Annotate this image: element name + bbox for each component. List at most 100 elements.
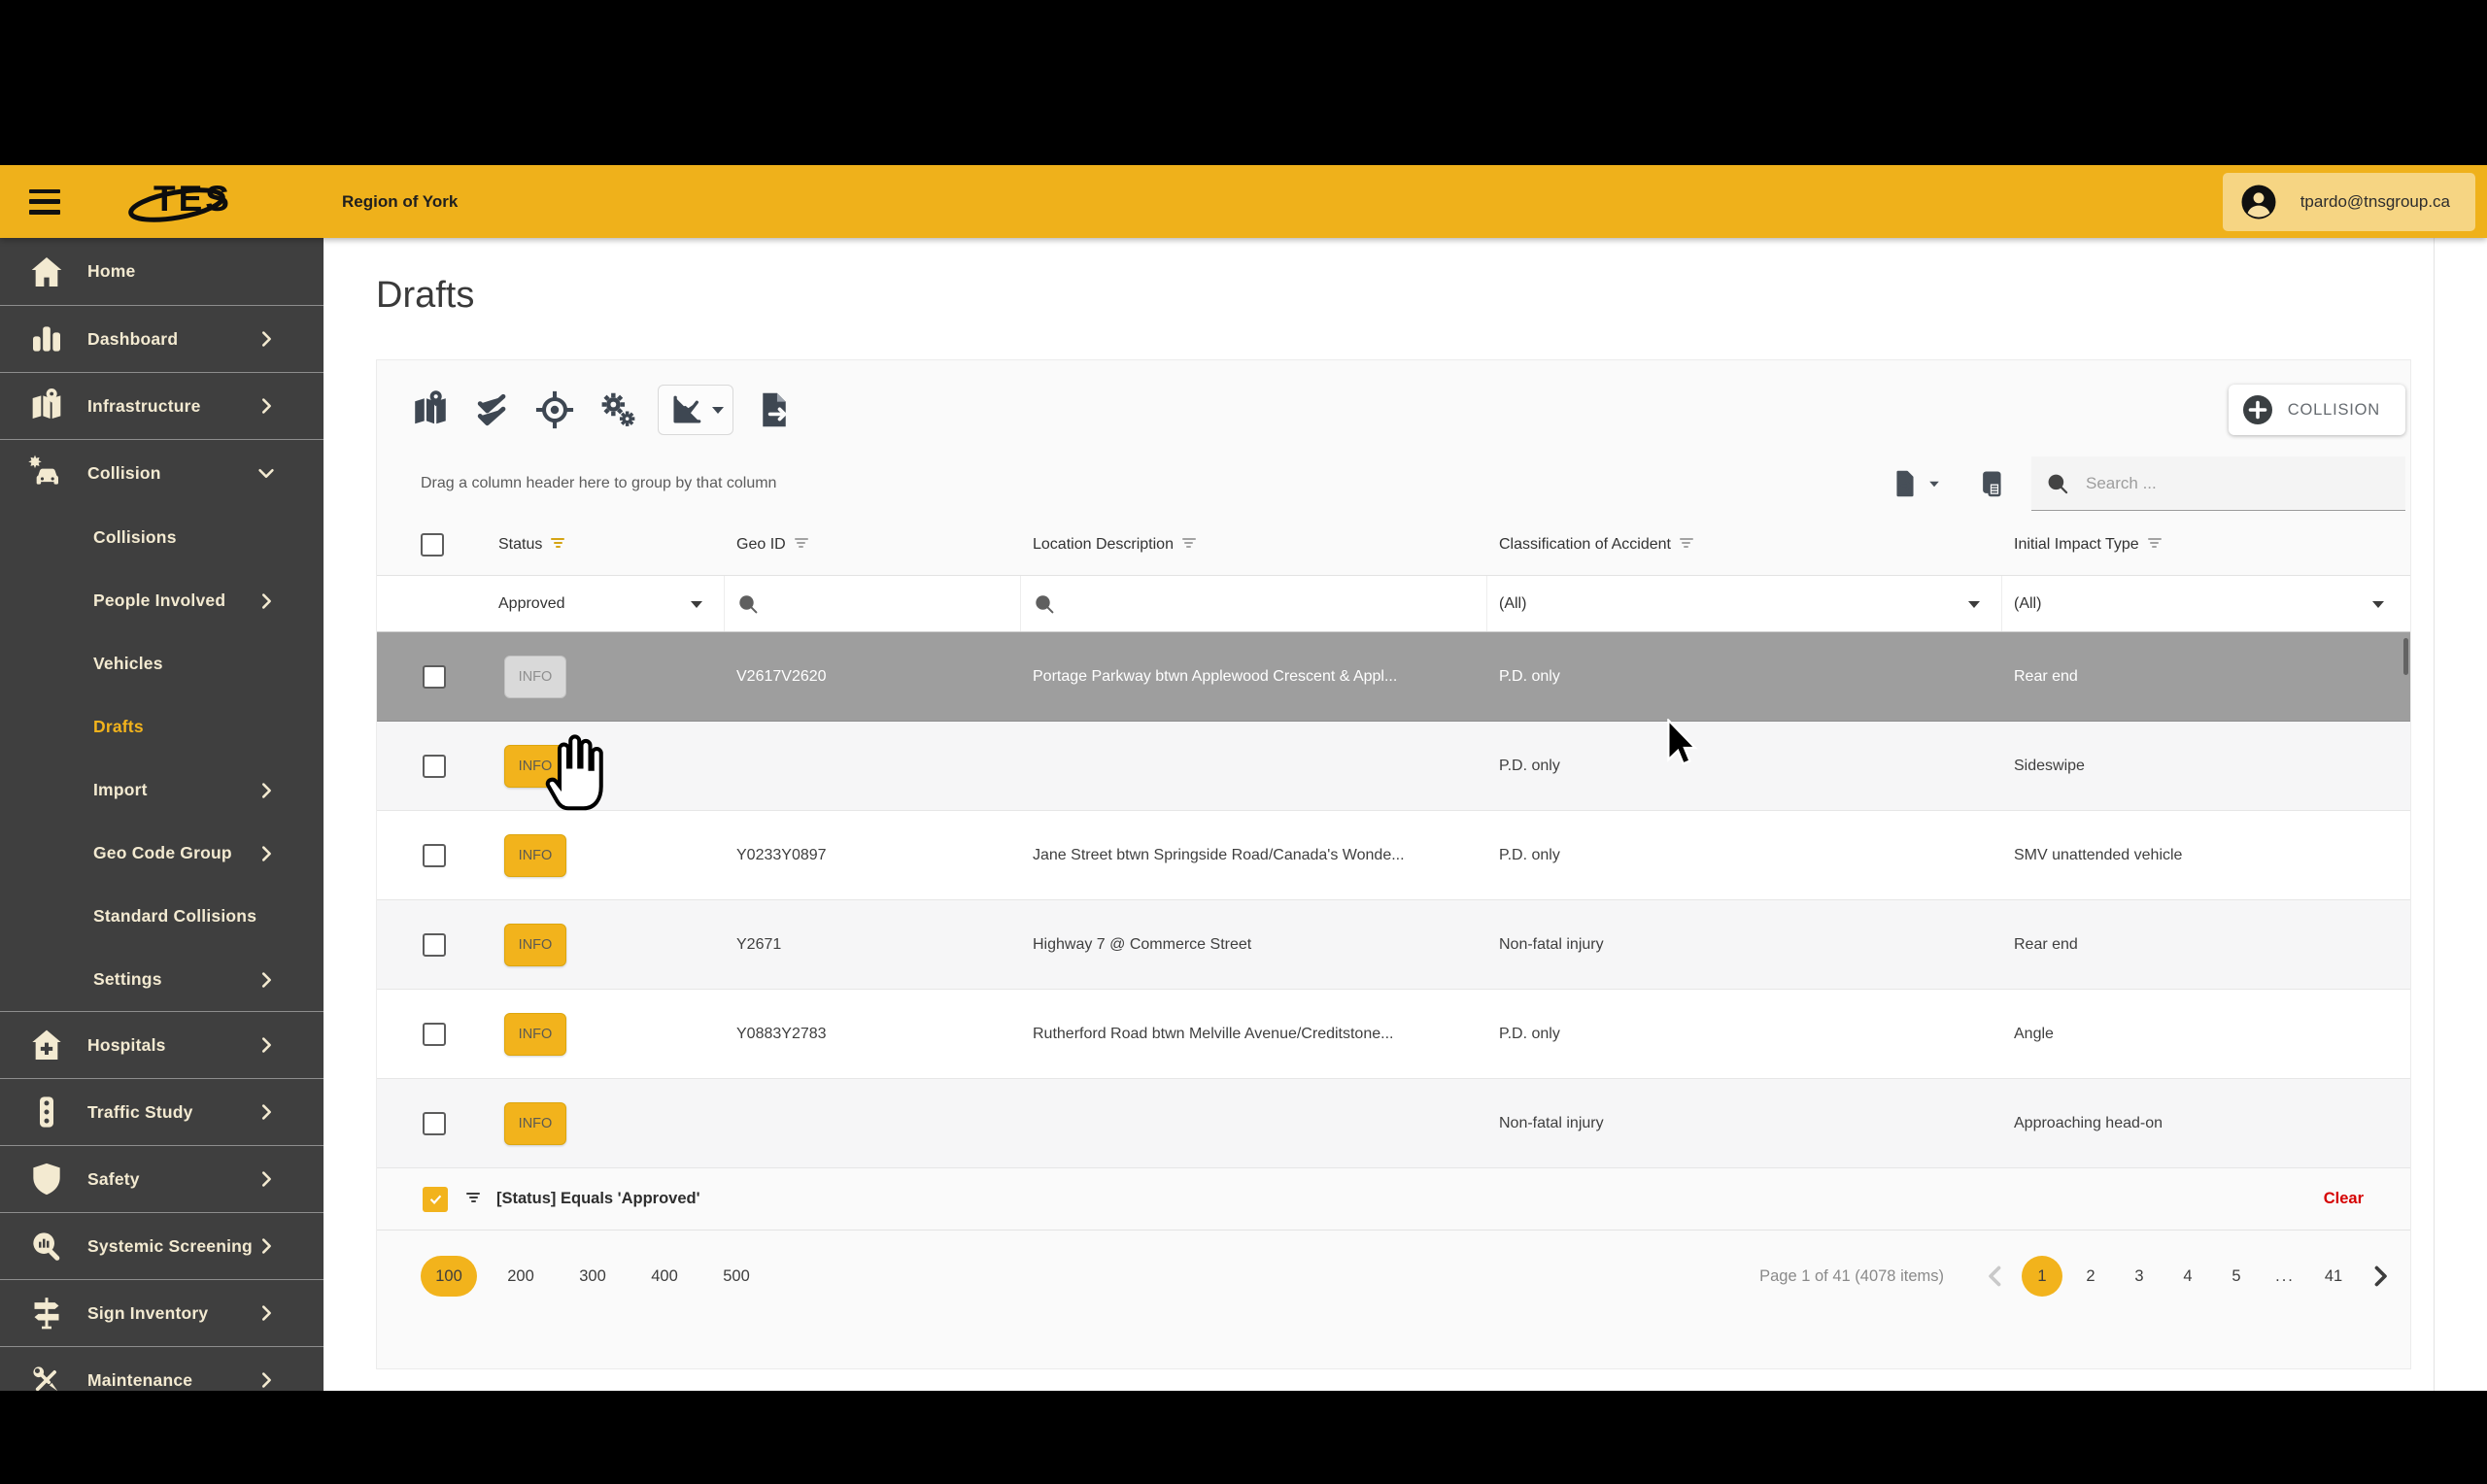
column-header-location[interactable]: Location Description bbox=[1021, 536, 1487, 554]
maintenance-icon bbox=[27, 1361, 66, 1391]
previous-page-button[interactable] bbox=[1979, 1260, 2012, 1293]
table-row[interactable]: INFO V2617V2620 Portage Parkway btwn Apple… bbox=[377, 632, 2410, 722]
column-header-status[interactable]: Status bbox=[487, 536, 725, 554]
filter-icon[interactable] bbox=[794, 538, 809, 551]
info-button[interactable]: INFO bbox=[504, 1101, 566, 1145]
sidebar-item-maintenance[interactable]: Maintenance bbox=[0, 1346, 324, 1391]
column-label: Initial Impact Type bbox=[2014, 535, 2139, 553]
filter-icon[interactable] bbox=[550, 538, 565, 551]
info-button[interactable]: INFO bbox=[504, 833, 566, 877]
column-header-classification[interactable]: Classification of Accident bbox=[1487, 536, 2002, 554]
impact-filter-select[interactable]: (All) bbox=[2002, 576, 2405, 631]
chart-view-button[interactable] bbox=[658, 385, 733, 435]
sidebar-item-geo-code-group[interactable]: Geo Code Group bbox=[0, 822, 324, 885]
sidebar-item-collision[interactable]: Collision bbox=[0, 439, 324, 506]
sidebar-item-hospitals[interactable]: Hospitals bbox=[0, 1011, 324, 1078]
row-checkbox[interactable] bbox=[423, 843, 446, 867]
user-menu[interactable]: tpardo@tnsgroup.ca bbox=[2222, 172, 2475, 231]
sidebar-item-settings[interactable]: Settings bbox=[0, 948, 324, 1011]
page-button-1[interactable]: 1 bbox=[2022, 1256, 2062, 1297]
table-row[interactable]: INFO P.D. only Sideswipe bbox=[377, 722, 2410, 811]
page-size-400[interactable]: 400 bbox=[636, 1256, 693, 1297]
select-all-checkbox[interactable] bbox=[421, 532, 444, 556]
page-number-list: 1 2 3 4 5... 41 bbox=[2022, 1256, 2354, 1297]
table-row[interactable]: INFO Y0883Y2783 Rutherford Road btwn Melvi… bbox=[377, 990, 2410, 1079]
column-label: Status bbox=[498, 535, 543, 553]
page-button-41[interactable]: 41 bbox=[2313, 1256, 2354, 1297]
logo-text: TES bbox=[153, 178, 232, 219]
column-header-geo-id[interactable]: Geo ID bbox=[725, 536, 1021, 554]
filter-icon[interactable] bbox=[1181, 538, 1197, 551]
add-collision-button[interactable]: COLLISION bbox=[2228, 385, 2405, 435]
table-row[interactable]: INFO Non-fatal injury Approaching head-on bbox=[377, 1079, 2410, 1168]
filter-enabled-checkbox[interactable] bbox=[423, 1186, 448, 1212]
settings-gears-button[interactable] bbox=[596, 388, 638, 431]
sidebar-item-home[interactable]: Home bbox=[0, 238, 324, 305]
column-label: Geo ID bbox=[736, 535, 786, 553]
info-button[interactable]: INFO bbox=[504, 744, 566, 788]
map-view-button[interactable] bbox=[409, 388, 452, 431]
geo-id-filter-input[interactable] bbox=[725, 576, 1021, 631]
row-checkbox[interactable] bbox=[423, 664, 446, 689]
table-row[interactable]: INFO Y0233Y0897 Jane Street btwn Springsid… bbox=[377, 811, 2410, 900]
sidebar-item-people-involved[interactable]: People Involved bbox=[0, 569, 324, 632]
page-ellipsis: ... bbox=[2265, 1256, 2305, 1297]
sidebar-item-label: Hospitals bbox=[87, 1034, 166, 1055]
page-button-3[interactable]: 3 bbox=[2119, 1256, 2160, 1297]
row-checkbox[interactable] bbox=[423, 1022, 446, 1046]
sidebar-item-safety[interactable]: Safety bbox=[0, 1145, 324, 1212]
sidebar-item-collisions[interactable]: Collisions bbox=[0, 506, 324, 569]
sidebar-item-drafts[interactable]: Drafts bbox=[0, 695, 324, 759]
page-size-selector: 100 200 300 400 500 bbox=[421, 1256, 765, 1297]
grid-head-right bbox=[1890, 456, 2405, 511]
locate-button[interactable] bbox=[533, 388, 576, 431]
page-button-4[interactable]: 4 bbox=[2167, 1256, 2208, 1297]
search-input[interactable] bbox=[2084, 472, 2392, 494]
page-size-100[interactable]: 100 bbox=[421, 1256, 477, 1297]
sidebar-item-import[interactable]: Import bbox=[0, 759, 324, 822]
sidebar-item-dashboard[interactable]: Dashboard bbox=[0, 305, 324, 372]
hamburger-menu-icon[interactable] bbox=[23, 186, 66, 219]
grid-scrollbar-thumb[interactable] bbox=[2403, 638, 2408, 675]
column-header-impact[interactable]: Initial Impact Type bbox=[2002, 536, 2405, 554]
validate-button[interactable] bbox=[471, 388, 514, 431]
page-button-2[interactable]: 2 bbox=[2070, 1256, 2111, 1297]
row-status-cell: INFO bbox=[487, 655, 725, 698]
sidebar-item-label: Collision bbox=[87, 462, 161, 483]
page-title: Drafts bbox=[376, 275, 475, 316]
export-menu-button[interactable] bbox=[1890, 468, 1940, 499]
sidebar-item-systemic-screening[interactable]: Systemic Screening bbox=[0, 1212, 324, 1279]
page-size-200[interactable]: 200 bbox=[493, 1256, 549, 1297]
table-row[interactable]: INFO Y2671 Highway 7 @ Commerce Street Non-… bbox=[377, 900, 2410, 990]
page-size-500[interactable]: 500 bbox=[708, 1256, 765, 1297]
sidebar-item-label: Systemic Screening bbox=[87, 1235, 253, 1256]
sidebar-item-vehicles[interactable]: Vehicles bbox=[0, 632, 324, 695]
sidebar-item-sign-inventory[interactable]: Sign Inventory bbox=[0, 1279, 324, 1346]
infrastructure-icon bbox=[27, 387, 66, 425]
sidebar-item-infrastructure[interactable]: Infrastructure bbox=[0, 372, 324, 439]
page-button-5[interactable]: 5 bbox=[2216, 1256, 2257, 1297]
filter-icon[interactable] bbox=[1679, 538, 1694, 551]
info-button[interactable]: INFO bbox=[504, 923, 566, 966]
filter-icon[interactable] bbox=[2147, 538, 2163, 551]
sidebar-item-standard-collisions[interactable]: Standard Collisions bbox=[0, 885, 324, 948]
chevron-right-icon bbox=[256, 1302, 277, 1324]
row-checkbox[interactable] bbox=[423, 932, 446, 957]
screen: TES Region of York tpardo@tnsgroup.ca Ho… bbox=[0, 0, 2487, 1484]
column-chooser-button[interactable] bbox=[1973, 468, 2004, 499]
export-file-button[interactable] bbox=[753, 388, 796, 431]
home-icon bbox=[27, 253, 66, 291]
row-checkbox[interactable] bbox=[423, 1111, 446, 1135]
clear-filter-button[interactable]: Clear bbox=[2318, 1189, 2369, 1209]
sidebar-item-traffic-study[interactable]: Traffic Study bbox=[0, 1078, 324, 1145]
info-button[interactable]: INFO bbox=[504, 1012, 566, 1056]
page-size-300[interactable]: 300 bbox=[564, 1256, 621, 1297]
status-filter-select[interactable]: Approved bbox=[487, 576, 725, 631]
search-icon bbox=[1033, 592, 1056, 616]
classification-filter-select[interactable]: (All) bbox=[1487, 576, 2002, 631]
systemic-screening-icon bbox=[27, 1227, 66, 1265]
location-filter-input[interactable] bbox=[1021, 576, 1487, 631]
info-button[interactable]: INFO bbox=[504, 655, 566, 698]
next-page-button[interactable] bbox=[2364, 1260, 2397, 1293]
row-checkbox[interactable] bbox=[423, 754, 446, 778]
